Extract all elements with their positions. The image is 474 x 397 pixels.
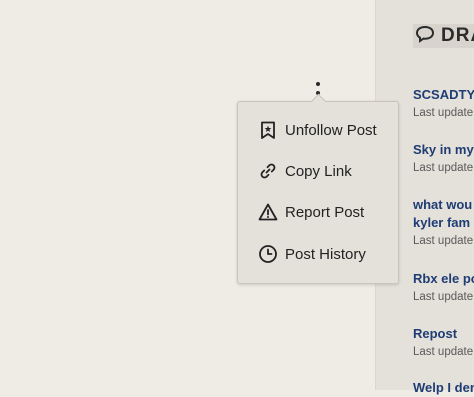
speech-bubble-icon [415,24,435,49]
link-icon [257,160,279,182]
post-meta: Last update [413,107,474,119]
post-title[interactable]: Repost [413,325,473,343]
sidebar-header: DRA [413,24,474,48]
menu-item-report-post[interactable]: Report Post [238,192,398,232]
post-title[interactable]: Sky in my [413,141,474,159]
menu-item-post-history[interactable]: Post History [238,234,398,274]
menu-item-label: Copy Link [285,162,352,180]
sidebar-post[interactable]: Repost Last update [413,325,473,361]
menu-item-unfollow-post[interactable]: Unfollow Post [238,110,398,150]
post-meta: Last update [413,346,474,358]
clock-icon [257,243,279,265]
post-title[interactable]: SCSADTY [413,86,474,104]
menu-item-label: Report Post [285,203,365,221]
warning-icon [257,201,279,223]
post-title[interactable]: Welp I den [413,379,474,397]
sidebar-post[interactable]: Welp I den [413,379,474,397]
sidebar-post[interactable]: Sky in my Last update [413,141,474,177]
post-meta: Last update [413,291,474,303]
post-meta: Last update [413,235,474,247]
menu-item-label: Post History [285,245,366,263]
post-title[interactable]: what wou [413,196,473,214]
menu-item-copy-link[interactable]: Copy Link [238,151,398,191]
bookmark-icon [257,119,279,141]
menu-item-label: Unfollow Post [285,121,377,139]
post-title[interactable]: Rbx ele po [413,270,474,288]
sidebar-header-title: DRA [441,25,474,46]
kebab-dot [316,82,320,86]
post-title-line2[interactable]: kyler fam [413,214,473,232]
post-meta: Last update [413,162,474,174]
sidebar-post[interactable]: what wou kyler fam Last update [413,196,473,250]
sidebar-post[interactable]: Rbx ele po Last update [413,270,474,306]
sidebar-post[interactable]: SCSADTY Last update [413,86,474,122]
post-options-menu: Unfollow Post Copy Link Report Post Post… [237,101,399,284]
